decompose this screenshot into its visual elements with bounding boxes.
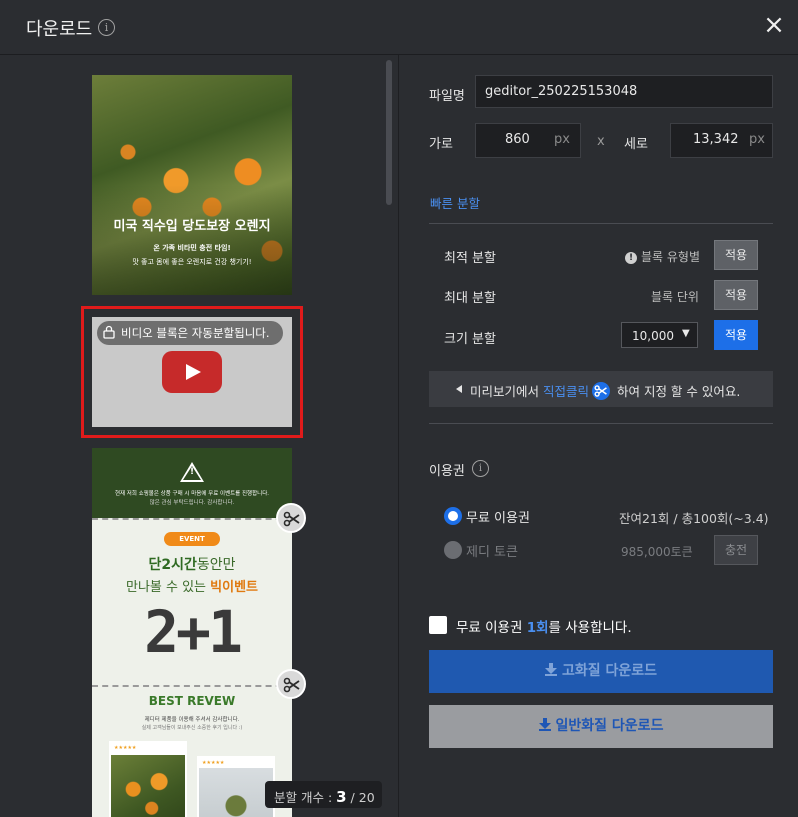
event-image-block[interactable]: ! 현재 저희 쇼핑몰은 상품 구매 시 마음에 무료 이벤트를 진행합니다. … bbox=[92, 448, 292, 817]
settings-panel: 파일명 geditor_250225153048 가로 860 px x 세로 … bbox=[400, 55, 798, 817]
preview-panel[interactable]: 미국 직수입 당도보장 오렌지 온 가족 비타민 충전 타임! 맛 좋고 몸에 … bbox=[0, 55, 399, 817]
product-title: 미국 직수입 당도보장 오렌지 bbox=[113, 219, 271, 234]
image-shade bbox=[92, 185, 292, 295]
star-rating: ★★★★★ bbox=[114, 745, 137, 751]
info-icon[interactable]: i bbox=[472, 460, 489, 477]
size-split-label: 크기 분할 bbox=[444, 332, 496, 347]
review-card: ★★★★★ bbox=[197, 756, 275, 817]
use-free-license-checkbox[interactable] bbox=[429, 616, 447, 634]
review-photo bbox=[199, 768, 273, 817]
review-card: ★★★★★ bbox=[109, 741, 187, 817]
height-input[interactable]: 13,342 px bbox=[670, 123, 773, 158]
video-notice-text: 비디오 블록은 자동분할됩니다. bbox=[121, 326, 270, 340]
review-photo bbox=[111, 755, 185, 817]
width-label: 가로 bbox=[429, 137, 453, 152]
divider bbox=[429, 223, 773, 224]
quick-split-label: 빠른 분할 bbox=[430, 196, 480, 211]
product-image-block[interactable]: 미국 직수입 당도보장 오렌지 온 가족 비타민 충전 타임! 맛 좋고 몸에 … bbox=[92, 75, 292, 295]
info-icon[interactable]: i bbox=[98, 19, 115, 36]
info-icon: ! bbox=[625, 252, 637, 264]
filename-label: 파일명 bbox=[429, 89, 465, 104]
download-icon bbox=[544, 663, 557, 676]
scissors-icon bbox=[592, 382, 610, 400]
max-split-mode: 블록 단위 bbox=[651, 290, 699, 304]
optimal-split-label: 최적 분할 bbox=[444, 251, 496, 266]
split-hint: 미리보기에서 직접클릭 하여 지정 할 수 있어요. bbox=[429, 371, 773, 407]
free-license-radio[interactable] bbox=[444, 507, 462, 525]
product-tagline: 맛 좋고 몸에 좋은 오렌지로 건강 챙기기! bbox=[132, 258, 252, 266]
split-line bbox=[92, 518, 292, 520]
charge-button[interactable]: 충전 bbox=[714, 535, 758, 565]
size-split-select[interactable]: 10,000 ▼ bbox=[621, 322, 698, 348]
license-title: 이용권 bbox=[429, 464, 465, 479]
product-subtitle: 온 가족 비타민 충전 타임! bbox=[153, 244, 231, 252]
token-radio[interactable] bbox=[444, 541, 462, 559]
scissors-icon[interactable] bbox=[276, 669, 306, 699]
split-count: 분할 개수 : 3 / 20 bbox=[265, 781, 382, 808]
lock-icon bbox=[103, 325, 115, 339]
event-headline: 단2시간동안만 bbox=[148, 557, 236, 573]
width-input[interactable]: 860 px bbox=[475, 123, 581, 158]
optimal-split-apply-button[interactable]: 적용 bbox=[714, 240, 758, 270]
download-icon bbox=[538, 718, 551, 731]
dialog-title: 다운로드 bbox=[26, 19, 93, 40]
max-split-label: 최대 분할 bbox=[444, 291, 496, 306]
filename-input[interactable]: geditor_250225153048 bbox=[475, 75, 773, 108]
notice-text: 현재 저희 쇼핑몰은 상품 구매 시 마음에 무료 이벤트를 진행합니다. bbox=[114, 491, 270, 497]
review-subtitle: 제디터 제품을 이용해 주셔서 감사합니다. bbox=[144, 717, 240, 723]
free-license-label[interactable]: 무료 이용권 bbox=[466, 507, 530, 526]
use-free-license-label[interactable]: 무료 이용권 1회를 사용합니다. bbox=[456, 616, 632, 636]
triangle-left-icon bbox=[456, 385, 462, 393]
review-title: BEST REVEW bbox=[148, 694, 236, 708]
event-subheadline: 만나볼 수 있는 빅이벤트 bbox=[125, 580, 258, 595]
hq-download-button[interactable]: 고화질 다운로드 bbox=[429, 650, 773, 693]
event-badge: EVENT bbox=[164, 532, 220, 546]
height-label: 세로 bbox=[624, 137, 648, 152]
max-split-apply-button[interactable]: 적용 bbox=[714, 280, 758, 310]
video-play-icon bbox=[162, 351, 222, 393]
chevron-down-icon: ▼ bbox=[682, 328, 690, 339]
star-rating: ★★★★★ bbox=[202, 760, 225, 766]
divider bbox=[429, 423, 773, 424]
scissors-icon[interactable] bbox=[276, 503, 306, 533]
review-caption: 실제 고객님들이 보내주신 소중한 후기 입니다 :) bbox=[141, 725, 243, 731]
split-line bbox=[92, 685, 292, 687]
size-split-apply-button[interactable]: 적용 bbox=[714, 320, 758, 350]
normal-download-button[interactable]: 일반화질 다운로드 bbox=[429, 705, 773, 748]
optimal-split-mode: ! 블록 유형별 bbox=[625, 248, 700, 265]
notice-band bbox=[92, 448, 292, 518]
event-offer: 2+1 bbox=[144, 598, 243, 666]
close-icon[interactable]: × bbox=[762, 12, 786, 38]
notice-subtext: 많은 관심 부탁드립니다. 감사합니다. bbox=[149, 500, 235, 506]
token-amount: 985,000토큰 bbox=[621, 545, 693, 559]
preview-scrollbar[interactable] bbox=[386, 60, 392, 205]
token-label[interactable]: 제디 토큰 bbox=[466, 541, 518, 560]
free-license-remaining: 잔여21회 / 총100회(~3.4) bbox=[619, 511, 769, 526]
times-sign: x bbox=[597, 134, 605, 149]
dialog-header: 다운로드 i × bbox=[0, 0, 798, 55]
